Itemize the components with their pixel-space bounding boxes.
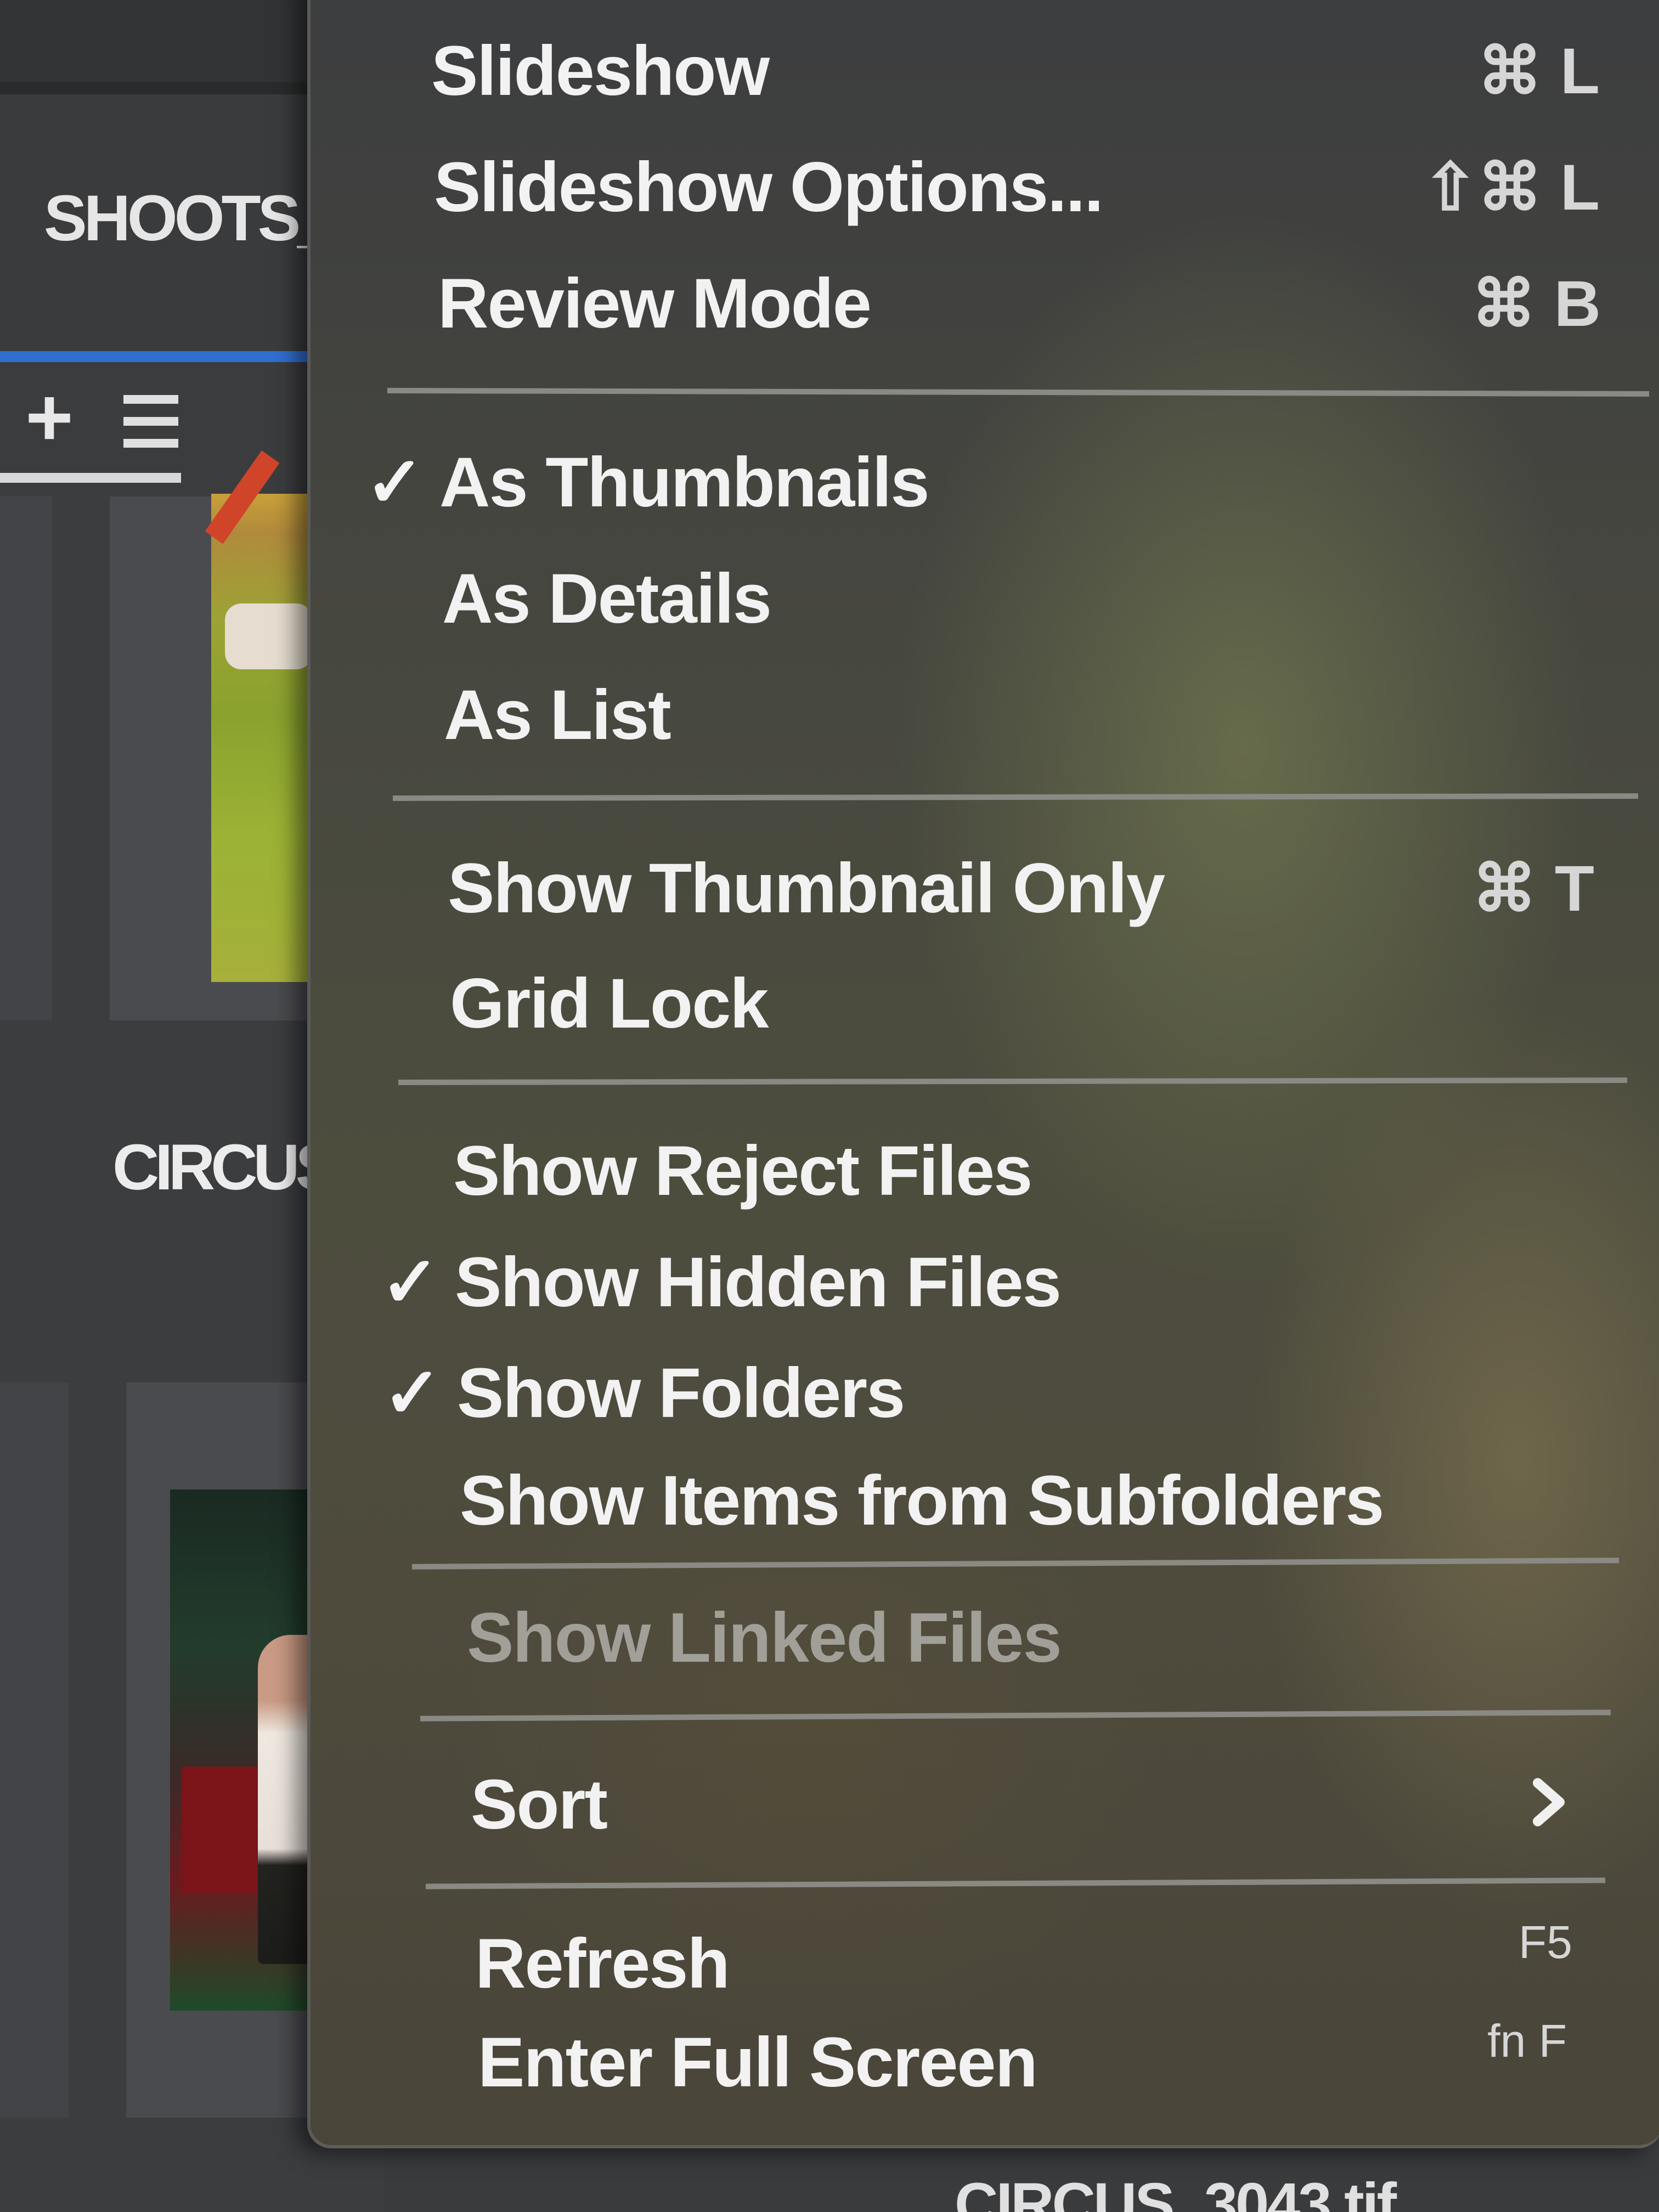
menu-item-label: Refresh bbox=[475, 1925, 730, 2003]
chevron-right-glyph bbox=[1533, 1778, 1565, 1826]
menu-item-label: As Details bbox=[442, 560, 772, 638]
menu-separator bbox=[425, 1877, 1606, 1889]
menu-item-label: Slideshow bbox=[431, 32, 770, 110]
menu-item-sort[interactable]: Sort bbox=[471, 1756, 1579, 1854]
menu-separator bbox=[392, 793, 1639, 801]
screen: SHOOTS_ + CIRCUS_ CIRCUS_3043.tif Slides… bbox=[0, 0, 1659, 2212]
menu-separator bbox=[387, 387, 1650, 397]
menu-item-show-thumbnail-only[interactable]: Show Thumbnail Only ⌘ T bbox=[448, 839, 1594, 938]
menu-item-show-linked-files: Show Linked Files bbox=[467, 1589, 1581, 1688]
menu-item-as-details[interactable]: As Details bbox=[442, 550, 1600, 648]
menu-item-refresh[interactable]: Refresh F5 bbox=[475, 1915, 1572, 2013]
menu-item-as-thumbnails[interactable]: ✓ As Thumbnails bbox=[365, 433, 1600, 532]
menu-item-label: As Thumbnails bbox=[439, 443, 929, 522]
menu-item-grid-lock[interactable]: Grid Lock bbox=[450, 955, 1591, 1053]
menu-item-show-items-from-subfolders[interactable]: Show Items from Subfolders bbox=[460, 1452, 1584, 1550]
checkmark-icon: ✓ bbox=[383, 1354, 442, 1432]
menu-item-label: Show Folders bbox=[457, 1354, 905, 1432]
thumbnail-cell[interactable] bbox=[0, 496, 52, 1020]
hamburger-menu-icon[interactable] bbox=[123, 395, 178, 450]
menu-item-label: Show Thumbnail Only bbox=[448, 849, 1165, 928]
panel-header bbox=[0, 0, 340, 82]
menu-item-label: Show Reject Files bbox=[453, 1132, 1032, 1210]
menu-item-label: Show Linked Files bbox=[467, 1599, 1062, 1677]
menu-item-label: Sort bbox=[471, 1765, 608, 1844]
menu-item-review-mode[interactable]: Review Mode ⌘ B bbox=[438, 255, 1601, 353]
active-tab-indicator bbox=[0, 351, 318, 362]
menu-item-enter-full-screen[interactable]: Enter Full Screen fn F bbox=[478, 2013, 1567, 2112]
menu-item-show-reject-files[interactable]: Show Reject Files bbox=[453, 1122, 1589, 1221]
menu-separator bbox=[411, 1558, 1620, 1570]
menu-item-label: Show Items from Subfolders bbox=[460, 1462, 1384, 1540]
menu-item-label: Grid Lock bbox=[450, 964, 769, 1043]
menu-item-shortcut: fn F bbox=[1487, 2015, 1567, 2067]
menu-separator bbox=[398, 1077, 1628, 1085]
menu-item-shortcut: ⇧⌘ L bbox=[1423, 151, 1600, 224]
menu-item-label: Review Mode bbox=[438, 264, 872, 343]
menu-item-show-hidden-files[interactable]: ✓ Show Hidden Files bbox=[381, 1233, 1588, 1332]
menu-item-shortcut: F5 bbox=[1518, 1916, 1572, 1968]
menu-separator bbox=[420, 1709, 1611, 1722]
menu-item-shortcut: ⌘ B bbox=[1471, 268, 1601, 340]
file-name-label: CIRCUS_3043.tif bbox=[955, 2171, 1397, 2212]
checkmark-icon: ✓ bbox=[365, 443, 425, 522]
menu-item-label: Slideshow Options... bbox=[434, 148, 1104, 227]
view-context-menu: Slideshow ⌘ L Slideshow Options... ⇧⌘ L … bbox=[307, 0, 1659, 2148]
menu-item-label: As List bbox=[444, 676, 672, 754]
tab-shoots[interactable]: SHOOTS_ bbox=[44, 181, 334, 256]
plus-icon[interactable]: + bbox=[11, 376, 88, 458]
toolbar-tab-indicator bbox=[0, 473, 181, 483]
menu-item-as-list[interactable]: As List bbox=[444, 666, 1601, 765]
menu-item-show-folders[interactable]: ✓ Show Folders bbox=[383, 1344, 1590, 1443]
thumbnail-cell[interactable] bbox=[0, 1383, 69, 2118]
menu-item-label: Enter Full Screen bbox=[478, 2023, 1038, 2102]
panel-divider bbox=[0, 82, 340, 94]
chevron-right-icon bbox=[1513, 1756, 1579, 1854]
thumbnail-image-detail bbox=[225, 603, 313, 669]
menu-item-slideshow[interactable]: Slideshow ⌘ L bbox=[431, 22, 1600, 121]
menu-item-slideshow-options[interactable]: Slideshow Options... ⇧⌘ L bbox=[434, 138, 1600, 237]
menu-item-label: Show Hidden Files bbox=[455, 1243, 1062, 1322]
checkmark-icon: ✓ bbox=[381, 1243, 440, 1322]
menu-item-shortcut: ⌘ T bbox=[1472, 853, 1594, 925]
menu-item-shortcut: ⌘ L bbox=[1477, 35, 1600, 108]
